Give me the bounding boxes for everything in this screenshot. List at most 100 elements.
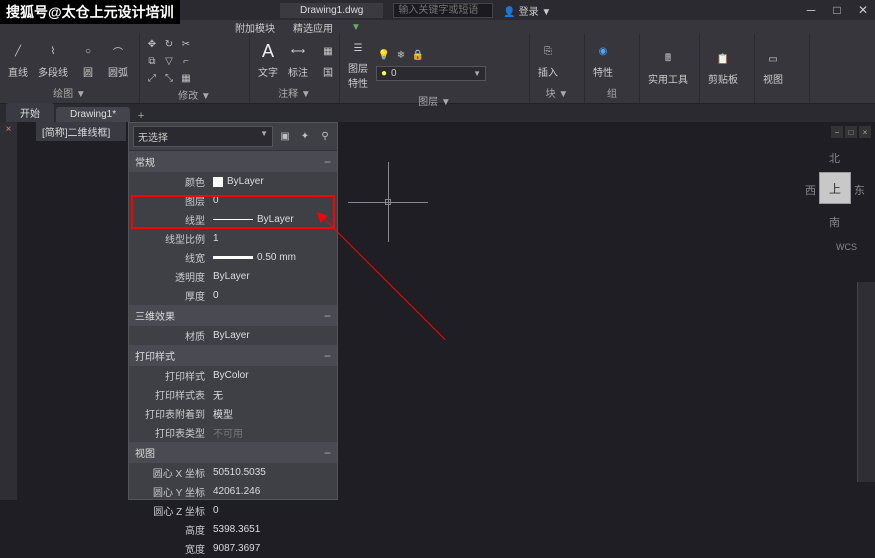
layers-icon: ☰ (348, 38, 368, 58)
row-color[interactable]: 颜色ByLayer (129, 172, 337, 191)
utilities-button[interactable]: 🖩实用工具 (644, 47, 692, 88)
vp-maximize-icon[interactable]: □ (845, 126, 857, 138)
row-thickness[interactable]: 厚度0 (129, 286, 337, 305)
block-panel-label[interactable]: 块 ▼ (534, 84, 580, 101)
login-link[interactable]: 👤 登录 ▼ (503, 3, 551, 18)
view-button[interactable]: ▭视图 (759, 47, 787, 88)
polyline-icon: ⌇ (43, 42, 63, 62)
file-tab[interactable]: Drawing1.dwg (280, 3, 383, 18)
selection-filter[interactable]: 无选择▼ (133, 126, 273, 147)
row-plottype[interactable]: 打印表类型不可用 (129, 423, 337, 442)
properties-button[interactable]: ◉特性 (589, 40, 617, 81)
color-swatch (213, 177, 223, 187)
dimension-button[interactable]: ⟷标注 (284, 40, 312, 81)
layer-properties-button[interactable]: ☰图层 特性 (344, 36, 372, 92)
viewport[interactable]: [简称]二维线框] 无选择▼ ▣ ✦ ⚲ 常规− 颜色ByLayer 图层0 线… (18, 122, 875, 500)
vp-close-icon[interactable]: × (859, 126, 871, 138)
section-plotstyle[interactable]: 打印样式− (129, 345, 337, 366)
layer-selector[interactable]: ●0▼ (376, 66, 486, 81)
circle-button[interactable]: ○圆 (74, 40, 102, 81)
view-panel-label (759, 99, 805, 101)
row-linetype[interactable]: 线型ByLayer (129, 210, 337, 229)
close-button[interactable]: ✕ (851, 1, 875, 19)
viewcube-north[interactable]: 北 (829, 150, 840, 166)
collapse-icon: − (324, 446, 331, 460)
viewcube-east[interactable]: 东 (854, 182, 865, 198)
arc-button[interactable]: ⌒圆弧 (104, 40, 132, 81)
menu-featured[interactable]: 精选应用 (293, 20, 333, 35)
scale-icon[interactable]: ⤡ (161, 70, 177, 86)
linetype-sample (213, 219, 253, 220)
layer-freeze-icon[interactable]: ❄ (393, 48, 409, 64)
row-plotstyletable[interactable]: 打印样式表无 (129, 385, 337, 404)
navigation-bar[interactable] (857, 282, 875, 482)
search-input[interactable] (393, 3, 493, 18)
row-lineweight[interactable]: 线宽0.50 mm (129, 248, 337, 267)
pick-icon[interactable]: ▣ (277, 129, 293, 145)
view-icon: ▭ (763, 49, 783, 69)
section-view[interactable]: 视图− (129, 442, 337, 463)
row-plotattach[interactable]: 打印表附着到模型 (129, 404, 337, 423)
fillet-icon[interactable]: ⌐ (178, 53, 194, 69)
menu-addon[interactable]: 附加模块 (235, 20, 275, 35)
maximize-button[interactable]: □ (825, 1, 849, 19)
table-button[interactable]: ▦国 (314, 40, 342, 81)
array-icon[interactable]: ▦ (178, 70, 194, 86)
group-panel-label[interactable]: 组 (589, 84, 635, 101)
workspace: × [简称]二维线框] 无选择▼ ▣ ✦ ⚲ 常规− 颜色ByLayer 图层0… (0, 122, 875, 500)
rotate-icon[interactable]: ↻ (161, 36, 177, 52)
move-icon[interactable]: ✥ (144, 36, 160, 52)
dimension-icon: ⟷ (288, 42, 308, 62)
viewcube[interactable]: 北 南 西 东 上 (805, 150, 865, 230)
row-center-y[interactable]: 圆心 Y 坐标42061.246 (129, 482, 337, 501)
row-material[interactable]: 材质ByLayer (129, 326, 337, 345)
calculator-icon: 🖩 (658, 49, 678, 69)
modify-panel-label[interactable]: 修改 ▼ (144, 86, 245, 103)
row-width[interactable]: 宽度9087.3697 (129, 539, 337, 558)
quick-select-icon[interactable]: ✦ (297, 129, 313, 145)
viewcube-south[interactable]: 南 (829, 214, 840, 230)
row-ltscale[interactable]: 线型比例1 (129, 229, 337, 248)
clip-panel-label (704, 99, 750, 101)
row-center-x[interactable]: 圆心 X 坐标50510.5035 (129, 463, 337, 482)
viewcube-west[interactable]: 西 (805, 182, 816, 198)
wcs-label[interactable]: WCS (836, 242, 857, 252)
rail-close-icon[interactable]: × (0, 122, 17, 137)
chevron-down-icon: ▼ (473, 69, 481, 78)
properties-panel: 无选择▼ ▣ ✦ ⚲ 常规− 颜色ByLayer 图层0 线型ByLayer 线… (128, 122, 338, 500)
layer-panel-label[interactable]: 图层 ▼ (344, 92, 525, 109)
filter-icon[interactable]: ⚲ (317, 129, 333, 145)
section-general[interactable]: 常规− (129, 151, 337, 172)
menu-dropdown-icon[interactable]: ▼ (351, 22, 361, 33)
start-tab[interactable]: 开始 (6, 103, 54, 122)
collapse-icon: − (324, 309, 331, 323)
mirror-icon[interactable]: ▽ (161, 53, 177, 69)
clipboard-button[interactable]: 📋剪贴板 (704, 47, 742, 88)
vp-minimize-icon[interactable]: − (831, 126, 843, 138)
row-height[interactable]: 高度5398.3651 (129, 520, 337, 539)
stretch-icon[interactable]: ⤢ (144, 70, 160, 86)
annotation-panel-label[interactable]: 注释 ▼ (254, 84, 335, 101)
viewport-label: [简称]二维线框] (36, 122, 126, 140)
row-plotstyle[interactable]: 打印样式ByColor (129, 366, 337, 385)
layer-lock-icon[interactable]: 🔒 (410, 48, 426, 64)
collapse-icon: − (324, 155, 331, 169)
layer-off-icon[interactable]: 💡 (376, 48, 392, 64)
trim-icon[interactable]: ✂ (178, 36, 194, 52)
insert-button[interactable]: ⎘插入 (534, 40, 562, 81)
text-button[interactable]: A文字 (254, 40, 282, 81)
copy-icon[interactable]: ⧉ (144, 53, 160, 69)
line-button[interactable]: ╱直线 (4, 40, 32, 81)
row-transparency[interactable]: 透明度ByLayer (129, 267, 337, 286)
drawing-tab[interactable]: Drawing1* (56, 107, 130, 122)
polyline-button[interactable]: ⌇多段线 (34, 40, 72, 81)
row-center-z[interactable]: 圆心 Z 坐标0 (129, 501, 337, 520)
section-3d[interactable]: 三维效果− (129, 305, 337, 326)
draw-panel-label[interactable]: 绘图 ▼ (4, 84, 135, 101)
add-tab-button[interactable]: + (132, 110, 150, 122)
minimize-button[interactable]: ─ (799, 1, 823, 19)
lineweight-sample (213, 256, 253, 259)
row-layer[interactable]: 图层0 (129, 191, 337, 210)
viewcube-top[interactable]: 上 (819, 172, 851, 204)
circle-icon: ○ (78, 42, 98, 62)
